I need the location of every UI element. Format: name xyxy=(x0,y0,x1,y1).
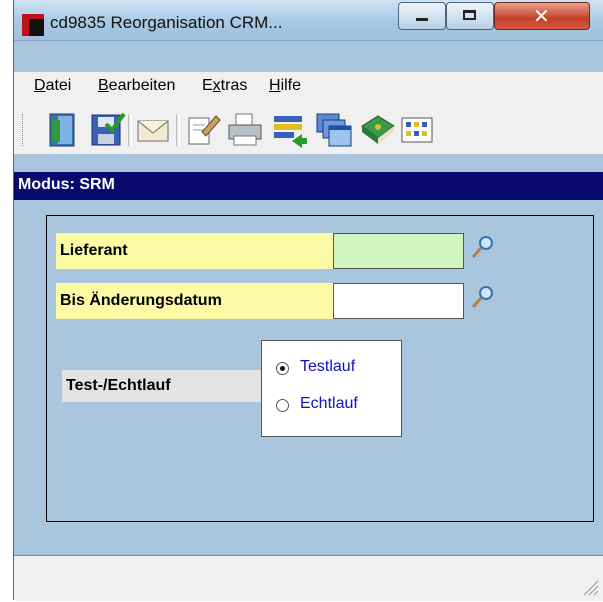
print-icon[interactable] xyxy=(226,112,264,148)
minimize-button[interactable] xyxy=(398,2,446,30)
exit-door-icon[interactable] xyxy=(44,112,82,148)
lieferant-search-icon[interactable] xyxy=(470,234,496,260)
toolbar-grip[interactable] xyxy=(22,114,26,146)
toolbar xyxy=(14,104,603,154)
lieferant-label: Lieferant xyxy=(56,233,334,269)
minimize-icon xyxy=(416,18,428,21)
run-mode-radiogroup: Testlauf Echtlauf xyxy=(261,340,402,437)
email-icon[interactable] xyxy=(134,112,172,148)
aenderungsdatum-search-icon[interactable] xyxy=(470,284,496,310)
testlauf-label[interactable]: Testlauf xyxy=(300,358,355,376)
menu-bearbeiten[interactable]: Bearbeiten xyxy=(98,77,175,95)
windows-icon[interactable] xyxy=(314,112,352,148)
mode-bar: Modus: SRM xyxy=(14,172,603,200)
lieferant-input[interactable] xyxy=(333,233,464,269)
maximize-icon xyxy=(463,10,476,20)
close-button[interactable]: ✕ xyxy=(494,2,590,30)
close-icon: ✕ xyxy=(533,4,550,28)
menu-hilfe[interactable]: Hilfe xyxy=(269,77,301,95)
window-title: cd9835 Reorganisation CRM... xyxy=(50,13,283,32)
toolbar-separator xyxy=(176,114,180,146)
save-icon[interactable] xyxy=(88,112,126,148)
menu-datei[interactable]: Datei xyxy=(34,77,71,95)
maximize-button[interactable] xyxy=(446,2,494,30)
toolbar-separator xyxy=(128,114,132,146)
mode-label: Modus: SRM xyxy=(18,176,115,193)
transfer-list-icon[interactable] xyxy=(270,112,308,148)
resize-grip-icon[interactable] xyxy=(578,575,600,597)
testlauf-radio[interactable] xyxy=(276,362,289,375)
app-icon[interactable] xyxy=(22,14,44,36)
echtlauf-radio[interactable] xyxy=(276,399,289,412)
aenderungsdatum-input[interactable] xyxy=(333,283,464,319)
app-window: cd9835 Reorganisation CRM... ✕ Datei Bea… xyxy=(13,0,603,601)
aenderungsdatum-label: Bis Änderungsdatum xyxy=(56,283,334,319)
menu-extras[interactable]: Extras xyxy=(202,77,247,95)
book-icon[interactable] xyxy=(358,112,396,148)
title-bar[interactable]: cd9835 Reorganisation CRM... ✕ xyxy=(14,0,603,41)
edit-document-icon[interactable] xyxy=(184,112,222,148)
test-echtlauf-label: Test-/Echtlauf xyxy=(62,370,262,402)
menu-bar: Datei Bearbeiten Extras Hilfe xyxy=(14,72,603,104)
echtlauf-label[interactable]: Echtlauf xyxy=(300,395,358,413)
status-bar xyxy=(14,555,603,601)
grid-icon[interactable] xyxy=(400,112,438,148)
